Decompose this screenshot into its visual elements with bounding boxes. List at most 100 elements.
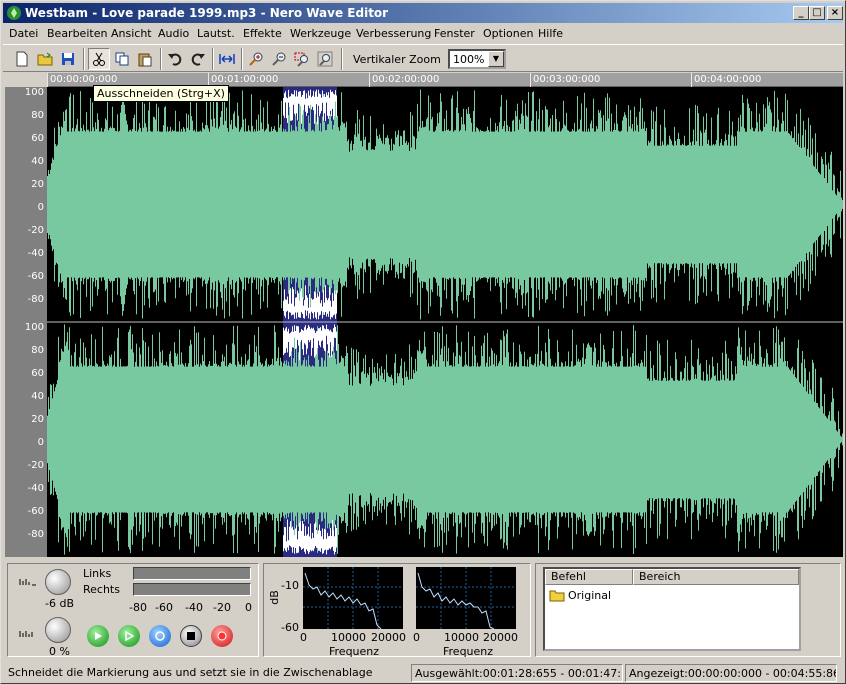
- status-shown: Angezeigt:00:00:00:000 - 00:04:55:862: [625, 664, 837, 682]
- ruler-label: 00:02:00:000: [372, 74, 440, 85]
- spectrum-xtick: 20000: [483, 631, 518, 644]
- status-bar: Schneidet die Markierung aus und setzt s…: [3, 663, 843, 683]
- chevron-down-icon[interactable]: ▼: [488, 51, 504, 67]
- toolbar-separator: [212, 48, 214, 70]
- gain-knob[interactable]: [45, 569, 71, 595]
- spectrum-right-graph: [416, 567, 516, 630]
- zoom-all-icon: [317, 51, 333, 67]
- waveform-canvas[interactable]: [47, 87, 843, 557]
- menu-werkzeuge[interactable]: Werkzeuge: [290, 27, 351, 40]
- save-icon: [62, 53, 74, 65]
- loop-button[interactable]: [149, 625, 171, 647]
- waveform-graphic: [47, 87, 843, 557]
- balance-value: 0 %: [49, 645, 70, 658]
- menu-lautst[interactable]: Lautst.: [197, 27, 235, 40]
- play-icon: [95, 632, 102, 640]
- menu-datei[interactable]: Datei: [9, 27, 38, 40]
- menu-audio[interactable]: Audio: [158, 27, 189, 40]
- undo-button[interactable]: [164, 48, 186, 70]
- status-selection: Ausgewählt:00:01:28:655 - 00:01:47:727: [411, 664, 623, 682]
- spectrum-xlabel: Frequenz: [329, 645, 380, 658]
- spectrum-right: [416, 567, 516, 630]
- maximize-button[interactable]: □: [809, 6, 825, 20]
- toolbar-separator: [160, 48, 162, 70]
- meter-scale-label: 0: [245, 601, 252, 614]
- ruler-tick: [691, 73, 692, 87]
- close-button[interactable]: ×: [827, 6, 843, 20]
- play-selection-icon: [125, 631, 134, 641]
- copy-button[interactable]: [111, 48, 133, 70]
- undo-icon: [168, 53, 182, 66]
- title-bar[interactable]: Westbam - Love parade 1999.mp3 - Nero Wa…: [3, 3, 843, 23]
- redo-button[interactable]: [187, 48, 209, 70]
- amplitude-axis: 100 80 60 40 20 0 -20 -40 -60 -80 100 80 60 40 20 0 -20 -…: [5, 87, 47, 557]
- zoom-all-button[interactable]: [314, 48, 336, 70]
- amplitude-label: 60: [31, 133, 44, 144]
- paste-icon: [138, 53, 152, 67]
- ruler-tick: [47, 73, 48, 87]
- history-item-label: Original: [568, 589, 612, 602]
- paste-button[interactable]: [134, 48, 156, 70]
- app-icon: [7, 6, 21, 20]
- right-channel-label: Rechts: [83, 583, 120, 596]
- play-button[interactable]: [87, 625, 109, 647]
- menu-ansicht[interactable]: Ansicht: [111, 27, 152, 40]
- redo-icon: [191, 53, 205, 66]
- play-selection-button[interactable]: [118, 625, 140, 647]
- vertical-zoom-select[interactable]: 100% ▼: [448, 49, 506, 69]
- menu-fenster[interactable]: Fenster: [434, 27, 475, 40]
- open-folder-icon: [37, 52, 53, 66]
- zoom-selection-button[interactable]: [291, 48, 313, 70]
- cut-icon: [93, 52, 105, 66]
- save-button[interactable]: [57, 48, 79, 70]
- fit-width-button[interactable]: [216, 48, 238, 70]
- meter-scale-label: -20: [213, 601, 231, 614]
- new-file-icon: [16, 51, 28, 67]
- stop-button[interactable]: [180, 625, 202, 647]
- cut-button[interactable]: [88, 48, 110, 70]
- meter-scale-label: -80: [129, 601, 147, 614]
- amplitude-label: -60: [27, 506, 44, 517]
- menu-effekte[interactable]: Effekte: [243, 27, 282, 40]
- left-channel-label: Links: [83, 567, 112, 580]
- amplitude-label: 80: [31, 110, 44, 121]
- column-header-range[interactable]: Bereich: [633, 569, 799, 585]
- cut-tooltip: Ausschneiden (Strg+X): [93, 85, 229, 102]
- copy-icon: [115, 52, 129, 66]
- left-channel-waveform: [47, 89, 843, 320]
- waveform-editor: 00:00:00:000 00:01:00:000 00:02:00:000 0…: [5, 73, 843, 557]
- stop-icon: [187, 632, 195, 640]
- spectrum-xtick: 0: [413, 631, 420, 644]
- balance-knob[interactable]: [45, 617, 71, 643]
- amplitude-label: -40: [27, 483, 44, 494]
- menu-verbesserung[interactable]: Verbesserung: [356, 27, 431, 40]
- amplitude-label: 100: [24, 322, 44, 333]
- menu-optionen[interactable]: Optionen: [483, 27, 533, 40]
- main-window: Westbam - Love parade 1999.mp3 - Nero Wa…: [0, 0, 846, 684]
- meter-scale-label: -60: [155, 601, 173, 614]
- amplitude-label: 80: [31, 345, 44, 356]
- ruler-tick: [530, 73, 531, 87]
- zoom-in-button[interactable]: [245, 48, 267, 70]
- zoom-selection-icon: [294, 52, 308, 67]
- amplitude-label: -80: [27, 294, 44, 305]
- menu-hilfe[interactable]: Hilfe: [538, 27, 563, 40]
- open-button[interactable]: [34, 48, 56, 70]
- zoom-in-icon: [249, 52, 263, 66]
- list-item[interactable]: Original: [549, 589, 611, 602]
- column-header-command[interactable]: Befehl: [545, 569, 633, 585]
- amplitude-label: 40: [31, 391, 44, 402]
- spectrum-ytick: -10: [281, 579, 299, 592]
- amplitude-label: 0: [37, 202, 44, 213]
- zoom-out-button[interactable]: [268, 48, 290, 70]
- amplitude-label: 100: [24, 87, 44, 98]
- status-hint: Schneidet die Markierung aus und setzt s…: [8, 666, 373, 679]
- toolbar-separator: [83, 48, 85, 70]
- new-file-button[interactable]: [11, 48, 33, 70]
- ruler-label: 00:01:00:000: [211, 74, 279, 85]
- history-list[interactable]: Befehl Bereich Original: [543, 567, 801, 651]
- spectrum-xtick: 20000: [371, 631, 406, 644]
- minimize-button[interactable]: _: [793, 6, 809, 20]
- record-button[interactable]: [211, 625, 233, 647]
- menu-bearbeiten[interactable]: Bearbeiten: [47, 27, 107, 40]
